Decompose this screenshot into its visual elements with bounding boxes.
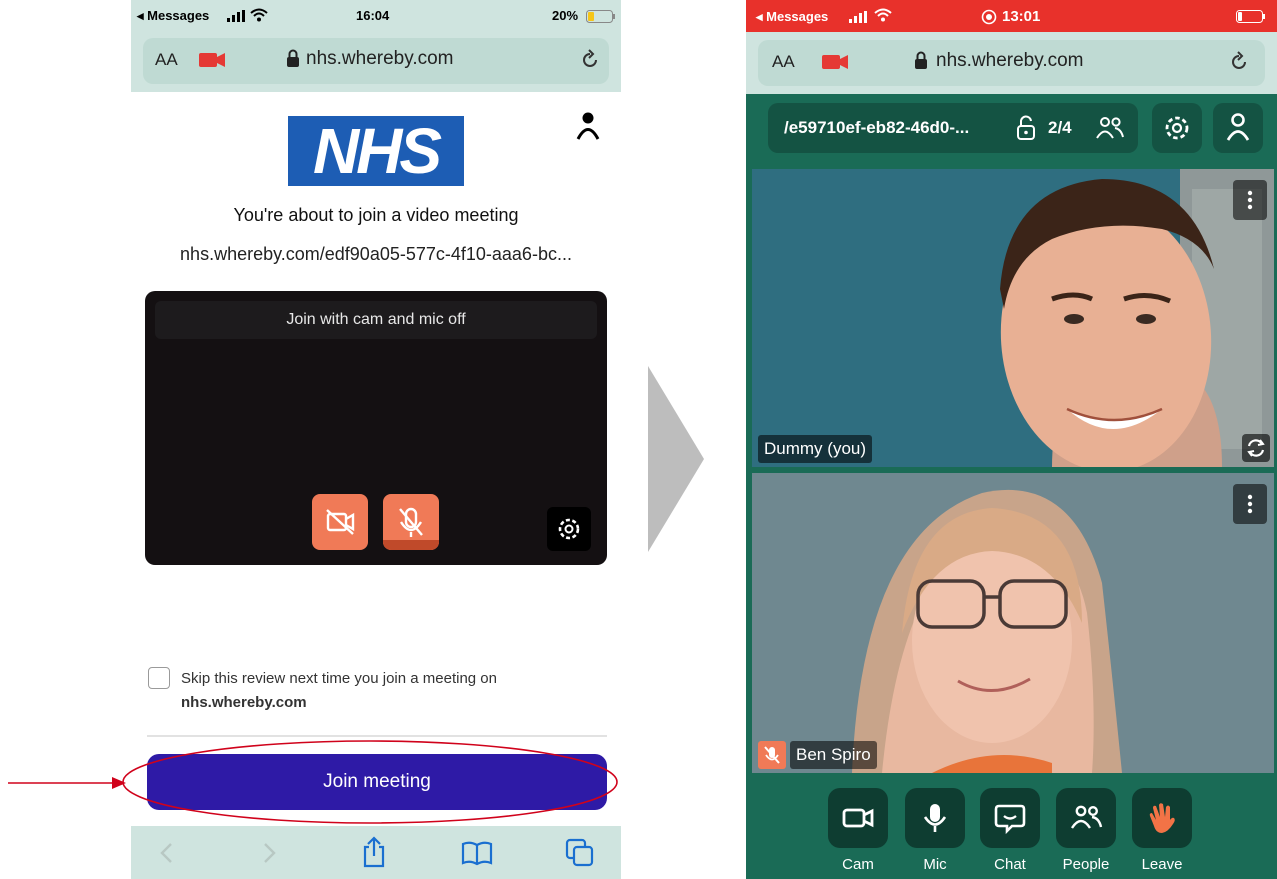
recording-indicator-icon bbox=[981, 9, 997, 25]
text-size-button[interactable]: AA bbox=[155, 50, 178, 70]
gear-icon bbox=[1165, 116, 1189, 140]
unlocked-icon[interactable] bbox=[1015, 115, 1039, 141]
profile-icon bbox=[1226, 113, 1250, 141]
wifi-icon bbox=[250, 8, 268, 22]
profile-icon[interactable] bbox=[576, 110, 600, 140]
annotation-ellipse bbox=[122, 740, 618, 824]
leave-control[interactable]: Leave bbox=[1132, 788, 1192, 873]
status-time: 16:04 bbox=[356, 8, 390, 23]
tile-menu-button[interactable] bbox=[1233, 484, 1267, 524]
more-vertical-icon bbox=[1247, 494, 1253, 514]
mic-label: Mic bbox=[923, 856, 947, 873]
tabs-icon[interactable] bbox=[565, 838, 595, 868]
meeting-url: nhs.whereby.com/edf90a05-577c-4f10-aaa6-… bbox=[180, 244, 572, 264]
join-heading: You're about to join a video meeting bbox=[233, 205, 519, 225]
browser-bar: AA nhs.whereby.com bbox=[131, 30, 621, 92]
transition-arrow bbox=[648, 366, 704, 552]
call-controls: Cam Mic Chat People Leave bbox=[746, 780, 1277, 879]
lock-icon bbox=[286, 49, 300, 67]
leave-label: Leave bbox=[1141, 856, 1183, 873]
cam-button[interactable] bbox=[828, 788, 888, 848]
people-button[interactable] bbox=[1056, 788, 1116, 848]
profile-button[interactable] bbox=[1213, 103, 1263, 153]
preview-settings-button[interactable] bbox=[547, 507, 591, 551]
toggle-camera-button[interactable] bbox=[312, 494, 368, 550]
room-name: /e59710ef-eb82-46d0-... bbox=[784, 118, 970, 137]
cam-label: Cam bbox=[842, 856, 874, 873]
battery-icon bbox=[1236, 10, 1266, 23]
forward-icon[interactable] bbox=[261, 841, 277, 865]
chat-label: Chat bbox=[994, 856, 1026, 873]
skip-review-label: Skip this review next time you join a me… bbox=[181, 667, 601, 715]
room-info-bar[interactable]: /e59710ef-eb82-46d0-... 2/4 bbox=[768, 103, 1138, 153]
share-icon[interactable] bbox=[361, 836, 387, 868]
switch-camera-button[interactable] bbox=[1242, 434, 1270, 462]
right-phone-screen: ◂ Messages 13:01 AA nhs.whereby.com /e59… bbox=[746, 0, 1277, 879]
gear-icon bbox=[558, 518, 580, 540]
mic-control[interactable]: Mic bbox=[905, 788, 965, 873]
skip-review-text: Skip this review next time you join a me… bbox=[181, 670, 497, 687]
settings-button[interactable] bbox=[1152, 103, 1202, 153]
participant-video bbox=[752, 473, 1274, 773]
people-label: People bbox=[1062, 856, 1110, 873]
more-vertical-icon bbox=[1247, 190, 1253, 210]
annotation-arrow bbox=[8, 777, 126, 789]
join-cam-mic-off-button[interactable]: Join with cam and mic off bbox=[155, 301, 597, 339]
video-tile-self: Dummy (you) bbox=[752, 169, 1274, 467]
back-to-messages[interactable]: ◂ Messages bbox=[756, 9, 828, 25]
back-icon[interactable] bbox=[159, 841, 175, 865]
self-view-preview: Join with cam and mic off bbox=[145, 291, 607, 565]
toggle-mic-button[interactable] bbox=[383, 494, 439, 550]
wifi-icon bbox=[874, 8, 892, 22]
text-size-button[interactable]: AA bbox=[772, 52, 795, 72]
chat-button[interactable] bbox=[980, 788, 1040, 848]
microphone-icon bbox=[923, 804, 947, 832]
people-icon[interactable] bbox=[1094, 115, 1126, 141]
chat-control[interactable]: Chat bbox=[980, 788, 1040, 873]
browser-toolbar bbox=[131, 826, 621, 879]
camera-in-use-icon[interactable] bbox=[822, 54, 850, 70]
waving-hand-icon bbox=[1149, 803, 1175, 833]
bookmarks-icon[interactable] bbox=[461, 840, 493, 866]
battery-icon bbox=[586, 10, 616, 23]
reload-icon[interactable] bbox=[1228, 51, 1250, 73]
muted-icon bbox=[758, 741, 786, 769]
signal-icon bbox=[849, 11, 867, 23]
video-tile-participant: Ben Spiro bbox=[752, 473, 1274, 773]
skip-review-checkbox[interactable] bbox=[148, 667, 170, 689]
divider bbox=[147, 735, 607, 737]
lock-icon bbox=[914, 51, 928, 69]
participant-video bbox=[752, 169, 1274, 467]
nhs-logo: NHS bbox=[288, 116, 464, 186]
domain-text: nhs.whereby.com bbox=[306, 48, 454, 69]
back-to-messages[interactable]: ◂ Messages bbox=[137, 8, 209, 24]
participant-name-tag: Dummy (you) bbox=[758, 435, 873, 463]
camera-off-icon bbox=[326, 509, 355, 535]
status-time: 13:01 bbox=[1002, 8, 1041, 25]
tile-menu-button[interactable] bbox=[1233, 180, 1267, 220]
participant-count: 2/4 bbox=[1048, 118, 1072, 137]
mic-button[interactable] bbox=[905, 788, 965, 848]
leave-button[interactable] bbox=[1132, 788, 1192, 848]
camera-icon bbox=[842, 808, 874, 828]
signal-icon bbox=[227, 10, 245, 22]
participant-name-tag: Ben Spiro bbox=[790, 741, 877, 769]
cam-control[interactable]: Cam bbox=[828, 788, 888, 873]
skip-review-domain: nhs.whereby.com bbox=[181, 694, 307, 711]
reload-icon[interactable] bbox=[579, 49, 601, 71]
people-control[interactable]: People bbox=[1056, 788, 1116, 873]
status-bar: ◂ Messages 16:04 20% bbox=[131, 0, 621, 30]
switch-camera-icon bbox=[1247, 439, 1265, 457]
domain-text: nhs.whereby.com bbox=[936, 50, 1084, 71]
people-icon bbox=[1070, 805, 1103, 829]
battery-percent: 20% bbox=[552, 8, 579, 23]
status-bar: ◂ Messages 13:01 bbox=[746, 0, 1277, 32]
browser-bar: AA nhs.whereby.com bbox=[746, 32, 1277, 94]
chat-icon bbox=[994, 804, 1026, 835]
camera-in-use-icon[interactable] bbox=[199, 52, 227, 68]
